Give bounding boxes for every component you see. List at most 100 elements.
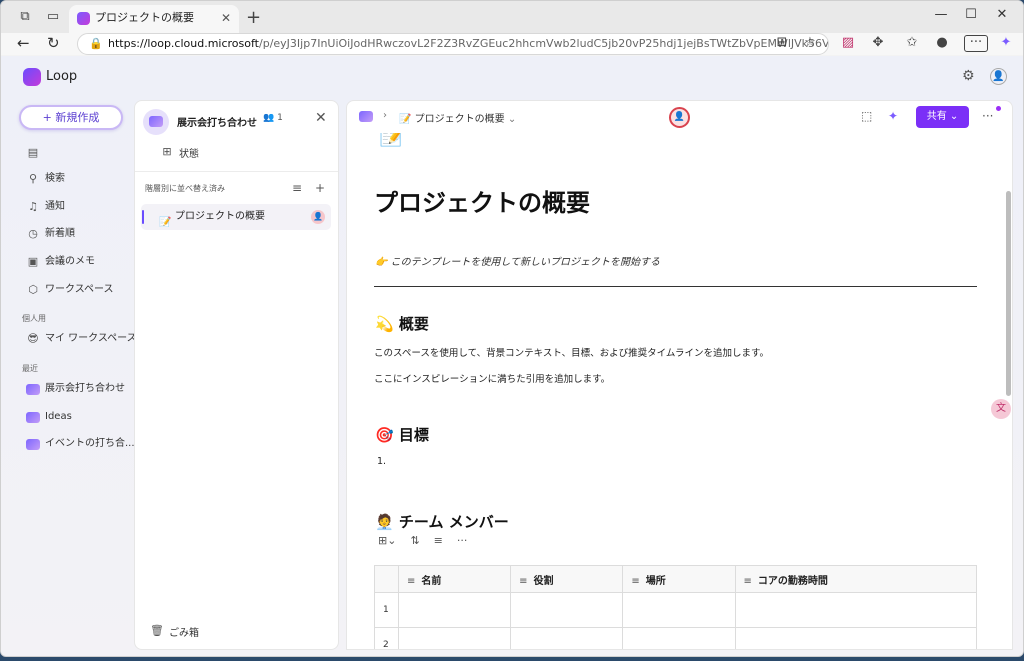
filter-icon[interactable]: ≡: [434, 534, 443, 547]
back-icon[interactable]: ←: [17, 34, 30, 52]
sidebar-item-meeting-notes[interactable]: ▣ 会議のメモ: [25, 253, 95, 271]
table-cell[interactable]: [622, 627, 736, 649]
column-header[interactable]: ≡ 役割: [510, 565, 624, 593]
table-view-icon[interactable]: ⊞⌄: [378, 534, 396, 547]
new-tab-button[interactable]: +: [246, 7, 261, 28]
row-number-header: [374, 565, 399, 593]
more-menu-icon[interactable]: ···: [964, 35, 988, 52]
workspace-panel: 展示会打ち合わせ 👥 1 ✕ ⊞ 状態 階層別に並べ替え済み ≡ + 📝 プロジェ…: [134, 100, 339, 650]
settings-icon[interactable]: ⚙: [962, 68, 975, 84]
translate-float-icon[interactable]: 文: [991, 399, 1011, 419]
presence-avatar[interactable]: 👤: [669, 107, 690, 128]
table-toolbar: ⊞⌄ ⇅ ≡ ···: [378, 534, 467, 547]
loop-tab-icon: [77, 12, 90, 25]
sidebar-item-recent-3[interactable]: イベントの打ち合...: [25, 435, 135, 453]
copilot-icon[interactable]: ✦: [997, 35, 1015, 50]
browser-tab[interactable]: プロジェクトの概要 ✕: [69, 5, 239, 33]
page-list-item[interactable]: 📝 プロジェクトの概要 👤: [141, 204, 331, 230]
tab-actions-icon[interactable]: ▭: [45, 9, 61, 25]
clock-icon: ◷: [28, 227, 38, 240]
section-heading-team[interactable]: 🧑‍💼 チーム メンバー: [375, 511, 509, 532]
share-button[interactable]: 共有 ⌄: [916, 106, 969, 128]
new-button[interactable]: + 新規作成: [19, 105, 123, 130]
breadcrumb-workspace-icon[interactable]: [359, 110, 373, 124]
status-item[interactable]: ⊞ 状態: [159, 145, 199, 160]
workspace-icon: [26, 412, 40, 423]
sidebar-item-search[interactable]: ⚲ 検索: [25, 170, 65, 188]
people-icon: 👥: [263, 113, 275, 123]
sidebar-item-label: 会議のメモ: [45, 256, 95, 267]
table-cell[interactable]: [734, 592, 978, 628]
workspaces-icon[interactable]: ⧉: [17, 9, 33, 25]
workspace-title[interactable]: 展示会打ち合わせ: [177, 114, 257, 129]
sparkle-emoji-icon: 💫: [375, 315, 394, 333]
section-heading-goals[interactable]: 🎯 目標: [375, 424, 429, 445]
table-cell[interactable]: [622, 592, 736, 628]
close-window-button[interactable]: ✕: [992, 7, 1012, 22]
sidebar-item-toggle[interactable]: ▤: [25, 144, 45, 162]
favorites-icon[interactable]: ✩: [903, 35, 921, 50]
maximize-button[interactable]: ☐: [961, 7, 981, 22]
translate-ext-icon[interactable]: ▨: [839, 35, 857, 50]
column-header[interactable]: ≡ 名前: [397, 565, 512, 593]
table-cell[interactable]: [734, 627, 978, 649]
close-panel-icon[interactable]: ✕: [315, 110, 327, 126]
text-column-icon: ≡: [519, 575, 528, 587]
column-header[interactable]: ≡ コアの勤務時間: [734, 565, 978, 593]
sort-icon[interactable]: ⇅: [410, 534, 419, 547]
sidebar-item-workspaces[interactable]: ⬡ ワークスペース: [25, 281, 113, 299]
favorite-star-icon[interactable]: ☆: [801, 35, 819, 50]
search-icon: ⚲: [28, 172, 38, 185]
sidebar-item-label: イベントの打ち合...: [45, 438, 135, 449]
overview-paragraph-2[interactable]: ここにインスピレーションに満ちた引用を追加します。: [374, 371, 610, 385]
url-path: /p/eyJ3Ijp7InUiOiJodHRwczovL2F2Z3RvZGEuc…: [259, 37, 829, 50]
refresh-icon[interactable]: ↻: [47, 34, 60, 52]
workspace-avatar[interactable]: [143, 109, 169, 135]
sidebar-item-recent-1[interactable]: 展示会打ち合わせ: [25, 380, 125, 398]
trash-item[interactable]: 🗑 ごみ箱: [149, 624, 199, 639]
section-recent: 最近: [22, 364, 38, 373]
member-count: 1: [277, 113, 283, 123]
more-icon[interactable]: ···: [457, 534, 468, 547]
page-title[interactable]: プロジェクトの概要: [374, 183, 590, 218]
row-number: 1: [374, 592, 399, 628]
column-label: 名前: [421, 575, 442, 587]
sidebar-item-recent[interactable]: ◷ 新着順: [25, 225, 75, 243]
split-screen-icon[interactable]: ⊞: [773, 35, 791, 50]
sidebar-item-recent-2[interactable]: Ideas: [25, 408, 72, 426]
more-options-icon[interactable]: ···: [982, 109, 993, 123]
members-button[interactable]: 👥 1: [263, 113, 283, 123]
copilot-icon[interactable]: ✦: [888, 109, 898, 123]
trash-icon: 🗑: [150, 624, 164, 637]
sidebar-item-label: マイ ワークスペース: [45, 333, 137, 344]
lock-icon[interactable]: 🔒: [89, 37, 103, 50]
breadcrumb-page: プロジェクトの概要: [414, 114, 505, 125]
editor-avatar: 👤: [311, 210, 325, 224]
column-label: 役割: [533, 575, 554, 587]
section-heading-overview[interactable]: 💫 概要: [375, 313, 429, 334]
divider-line: [374, 286, 977, 287]
sidebar-item-notifications[interactable]: ♫ 通知: [25, 198, 65, 216]
extensions-icon[interactable]: ✥: [869, 35, 887, 50]
scrollbar[interactable]: [1006, 191, 1011, 396]
column-header[interactable]: ≡ 場所: [622, 565, 736, 593]
table-cell[interactable]: [397, 627, 512, 649]
overview-paragraph-1[interactable]: このスペースを使用して、背景コンテキスト、目標、および推奨タイムラインを追加しま…: [374, 345, 769, 359]
filter-icon[interactable]: ≡: [292, 181, 302, 195]
goals-list-item[interactable]: 1.: [377, 456, 386, 467]
table-cell[interactable]: [397, 592, 512, 628]
focus-mode-icon[interactable]: ⬚: [861, 109, 872, 123]
table-cell[interactable]: [510, 592, 624, 628]
add-page-icon[interactable]: +: [315, 181, 325, 195]
address-bar[interactable]: https://loop.cloud.microsoft/p/eyJ3Ijp7I…: [77, 33, 829, 55]
breadcrumb[interactable]: 📝 プロジェクトの概要 ⌄: [399, 110, 516, 125]
row-number: 2: [374, 627, 399, 649]
profile-icon[interactable]: ●: [933, 35, 951, 50]
table-cell[interactable]: [510, 627, 624, 649]
account-icon[interactable]: 👤: [990, 68, 1007, 85]
tab-close-button[interactable]: ✕: [221, 5, 231, 31]
person-emoji-icon: 🧑‍💼: [375, 513, 394, 531]
minimize-button[interactable]: —: [931, 7, 951, 22]
sidebar-item-my-workspace[interactable]: 😎 マイ ワークスペース: [25, 330, 137, 348]
status-label: 状態: [179, 149, 199, 160]
